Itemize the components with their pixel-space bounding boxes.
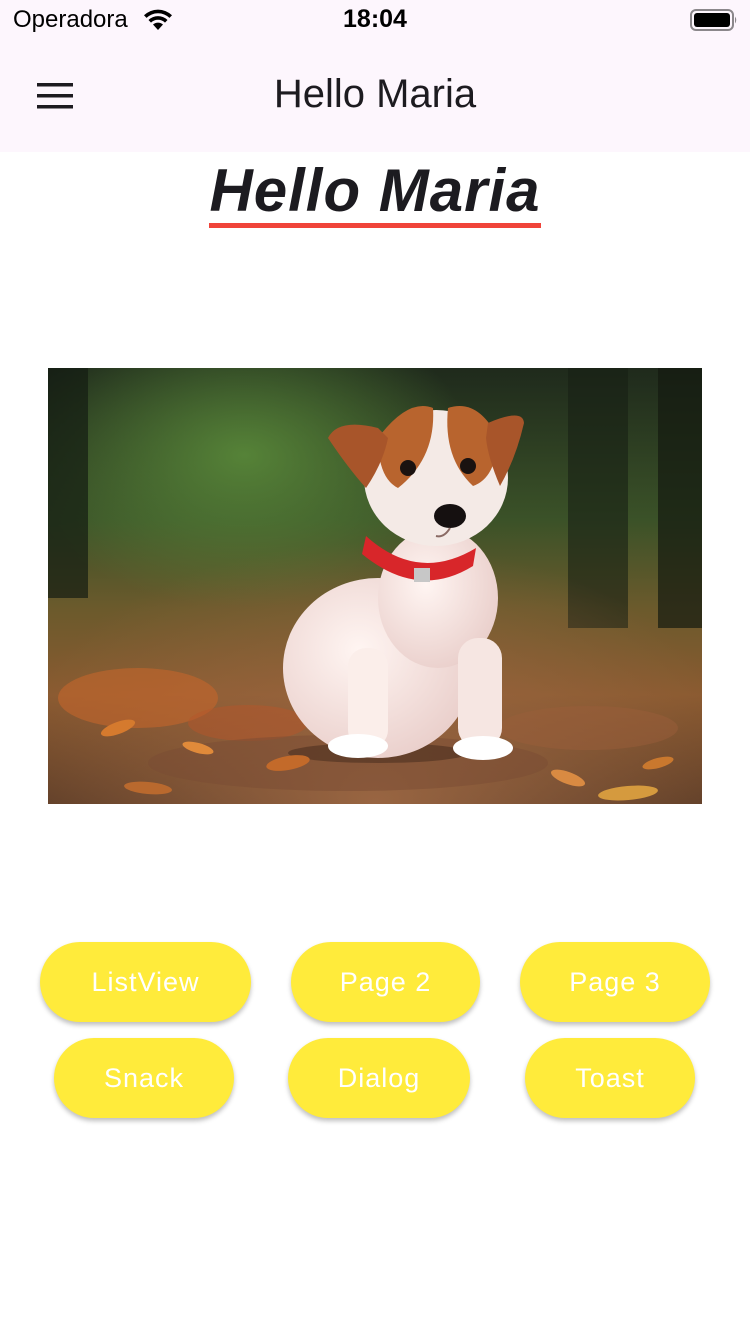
listview-button[interactable]: ListView xyxy=(40,942,251,1022)
page-heading: Hello Maria xyxy=(209,160,541,228)
page-3-button[interactable]: Page 3 xyxy=(520,942,710,1022)
battery-full-icon xyxy=(690,9,737,31)
puppy-photo xyxy=(48,368,702,804)
snack-button[interactable]: Snack xyxy=(54,1038,234,1118)
app-screen: Operadora 18:04 Hello Maria Hello Maria … xyxy=(0,0,750,1334)
app-bar-title: Hello Maria xyxy=(273,72,477,116)
top-area: Operadora 18:04 Hello Maria xyxy=(0,0,750,152)
toast-button[interactable]: Toast xyxy=(525,1038,695,1118)
status-time: 18:04 xyxy=(343,5,407,33)
page-heading-container: Hello Maria xyxy=(0,160,750,228)
app-bar: Hello Maria xyxy=(0,40,750,152)
status-bar: Operadora 18:04 xyxy=(0,0,750,40)
puppy-illustration xyxy=(48,368,702,804)
page-2-button[interactable]: Page 2 xyxy=(291,942,480,1022)
dialog-button[interactable]: Dialog xyxy=(288,1038,470,1118)
